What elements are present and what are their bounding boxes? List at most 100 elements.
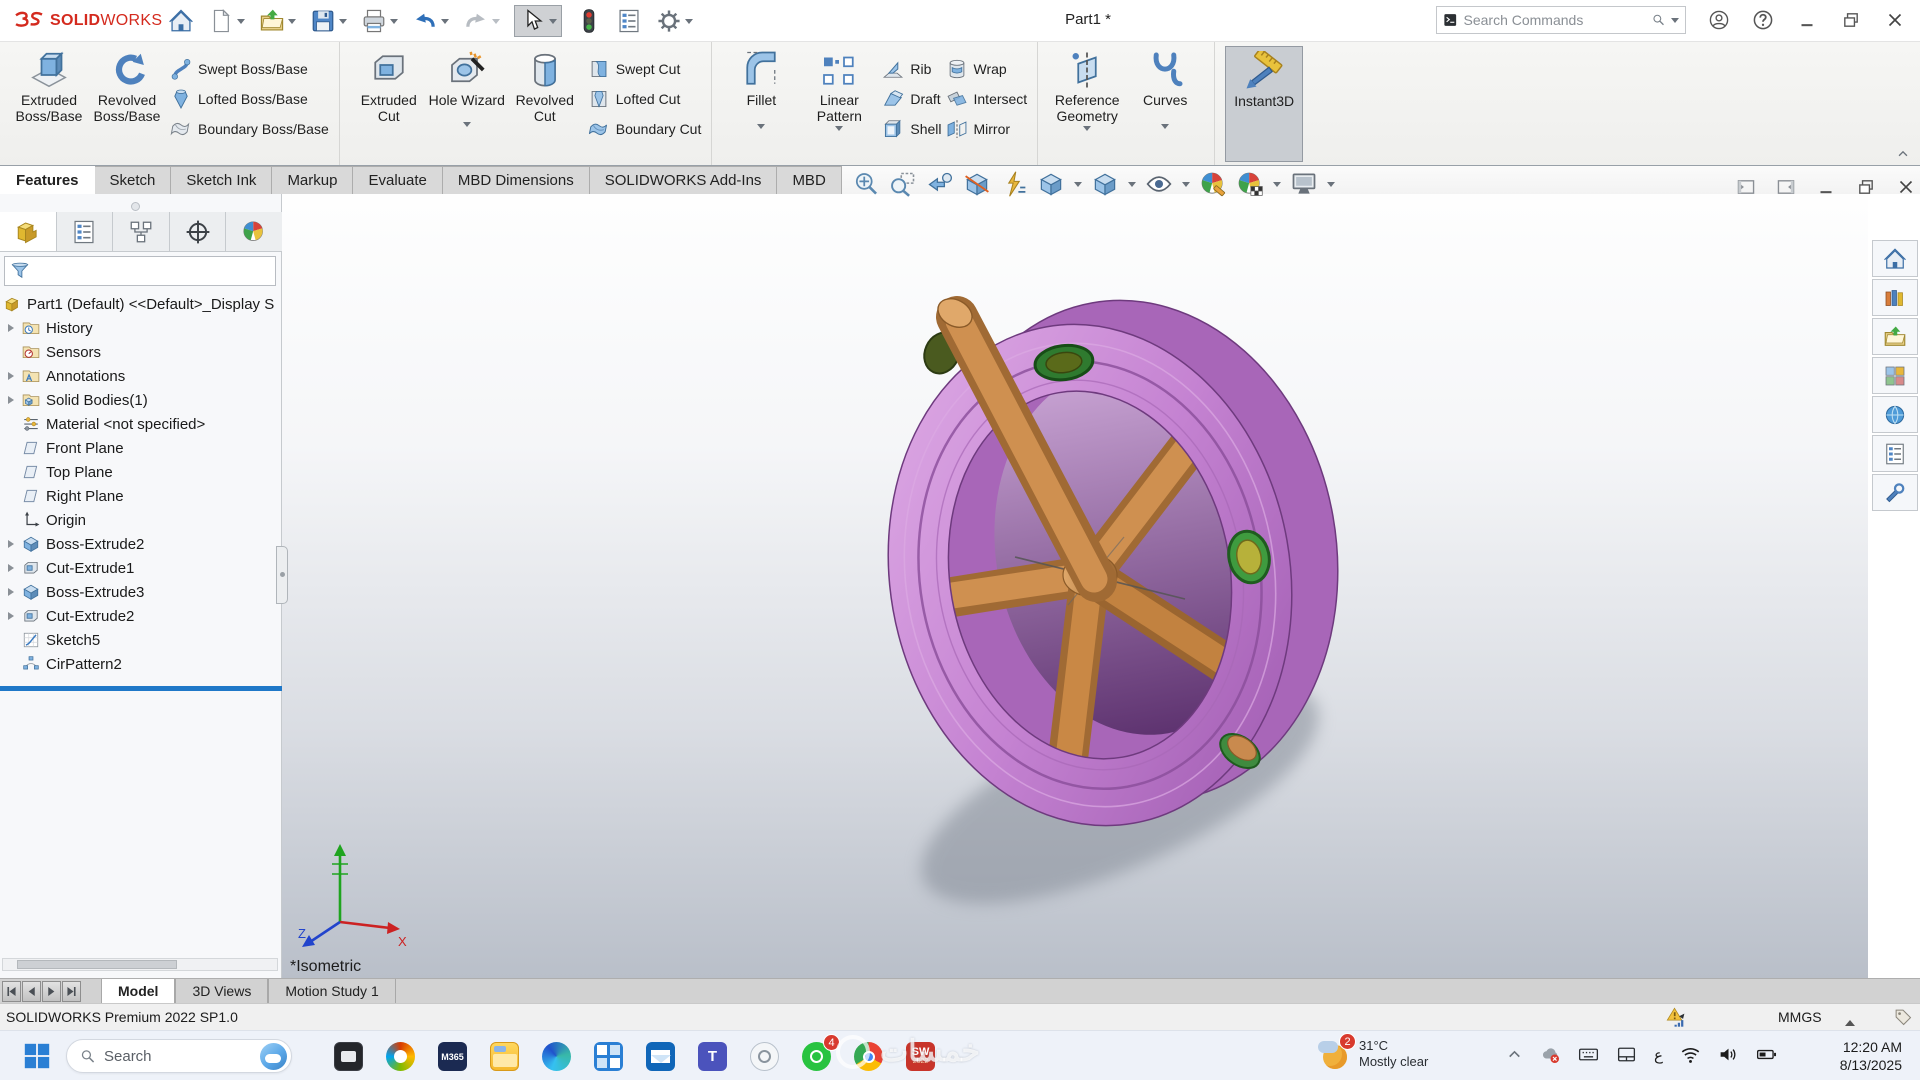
lofted-cut-button[interactable]: Lofted Cut (588, 84, 702, 114)
tree-item-material[interactable]: Material <not specified> (0, 412, 282, 436)
rollback-bar[interactable] (0, 686, 282, 691)
hide-show-dropdown-icon[interactable] (1182, 182, 1190, 191)
taskbar-app-blue-grid[interactable] (590, 1038, 627, 1075)
tab-3d-views[interactable]: 3D Views (175, 979, 268, 1003)
taskbar-app-whatsapp-light[interactable] (746, 1038, 783, 1075)
previous-view-icon[interactable] (926, 170, 954, 198)
taskpane-view-palette-button[interactable] (1872, 357, 1918, 394)
tree-item-cirpattern2[interactable]: CirPattern2 (0, 652, 282, 676)
revolved-boss-button[interactable]: Revolved Boss/Base (88, 46, 166, 124)
panel-horizontal-scrollbar[interactable] (2, 958, 278, 971)
tree-item-origin[interactable]: Origin (0, 508, 282, 532)
undo-button[interactable] (412, 8, 449, 34)
start-button[interactable] (22, 1041, 52, 1071)
tab-solidworks-add-ins[interactable]: SOLIDWORKS Add-Ins (590, 166, 778, 194)
swept-cut-button[interactable]: Swept Cut (588, 54, 702, 84)
draft-button[interactable]: Draft (882, 84, 941, 114)
swept-boss-button[interactable]: Swept Boss/Base (170, 54, 329, 84)
tree-item-root[interactable]: Part1 (Default) <<Default>_Display S (0, 292, 282, 316)
edit-appearance-icon[interactable] (1199, 170, 1227, 198)
tab-sketch-ink[interactable]: Sketch Ink (171, 166, 272, 194)
expand-arrow[interactable] (8, 612, 18, 620)
rib-button[interactable]: Rib (882, 54, 941, 84)
language-indicator[interactable]: ع (1654, 1046, 1663, 1064)
taskbar-clock[interactable]: 12:20 AM 8/13/2025 (1840, 1038, 1902, 1074)
tree-item-cut-extrude2[interactable]: Cut-Extrude2 (0, 604, 282, 628)
displaymanager-tab[interactable] (226, 212, 282, 251)
open-button[interactable] (259, 8, 296, 34)
units-dropdown-icon[interactable] (1845, 1015, 1855, 1026)
magnifier-icon[interactable] (1651, 10, 1666, 30)
expand-arrow[interactable] (8, 540, 18, 548)
reference-triad[interactable]: X Z (296, 834, 416, 960)
apply-scene-dropdown-icon[interactable] (1273, 182, 1281, 191)
annotation-views-icon[interactable] (1000, 170, 1028, 198)
tag-icon[interactable] (1893, 1007, 1913, 1027)
taskbar-app-dark-window[interactable] (330, 1038, 367, 1075)
featuremanager-tab[interactable] (0, 212, 57, 251)
hole-wizard-button[interactable]: Hole Wizard (428, 46, 506, 131)
taskpane-tools-button[interactable] (1872, 474, 1918, 511)
graphics-viewport[interactable]: X Z *Isometric (282, 194, 1868, 978)
taskbar-search[interactable]: Search (66, 1039, 292, 1073)
taskpane-home-button[interactable] (1872, 240, 1918, 277)
expand-arrow[interactable] (8, 324, 18, 332)
expand-arrow[interactable] (8, 396, 18, 404)
dimxpertmanager-tab[interactable] (170, 212, 227, 251)
minimize-button[interactable] (1796, 9, 1818, 31)
redo-button[interactable] (463, 8, 500, 34)
intersect-button[interactable]: Intersect (946, 84, 1028, 114)
zoom-to-fit-icon[interactable] (852, 170, 880, 198)
tree-item-cut-extrude1[interactable]: Cut-Extrude1 (0, 556, 282, 580)
boundary-cut-button[interactable]: Boundary Cut (588, 114, 702, 144)
new-document-button[interactable] (208, 8, 245, 34)
taskpane-appearances-button[interactable] (1872, 396, 1918, 433)
view-settings-icon[interactable] (1290, 170, 1318, 198)
tray-chevron-up-icon[interactable] (1506, 1046, 1523, 1063)
tree-item-solid-bodies[interactable]: Solid Bodies(1) (0, 388, 282, 412)
onedrive-paused-icon[interactable] (1540, 1044, 1561, 1065)
battery-icon[interactable] (1756, 1044, 1777, 1065)
panel-handle[interactable] (131, 202, 140, 211)
select-tool-button[interactable] (514, 5, 562, 37)
tab-mbd-dimensions[interactable]: MBD Dimensions (443, 166, 590, 194)
revolved-cut-button[interactable]: Revolved Cut (506, 46, 584, 124)
taskbar-app-whatsapp[interactable]: 4 (798, 1038, 835, 1075)
doc-close-icon[interactable] (1895, 176, 1917, 198)
tree-item-sensors[interactable]: Sensors (0, 340, 282, 364)
taskpane-file-explorer-button[interactable] (1872, 318, 1918, 355)
tab-markup[interactable]: Markup (272, 166, 353, 194)
command-search[interactable] (1436, 6, 1686, 34)
weather-widget[interactable]: 2 31°CMostly clear (1317, 1037, 1428, 1071)
volume-icon[interactable] (1718, 1044, 1739, 1065)
taskbar-app-chrome[interactable] (850, 1038, 887, 1075)
collapse-right-pane-icon[interactable] (1775, 176, 1797, 198)
panel-splitter[interactable] (276, 546, 288, 604)
collapse-left-pane-icon[interactable] (1735, 176, 1757, 198)
zoom-to-area-icon[interactable] (889, 170, 917, 198)
mirror-button[interactable]: Mirror (946, 114, 1028, 144)
expand-arrow[interactable] (8, 372, 18, 380)
tree-filter-box[interactable] (4, 256, 276, 286)
first-tab-button[interactable] (2, 981, 21, 1002)
home-button[interactable] (168, 8, 194, 34)
previous-tab-button[interactable] (22, 981, 41, 1002)
tab-motion-study-1[interactable]: Motion Study 1 (268, 979, 395, 1003)
taskbar-app-outlook[interactable] (642, 1038, 679, 1075)
tree-item-boss-extrude2[interactable]: Boss-Extrude2 (0, 532, 282, 556)
search-weather-thumbnail[interactable] (260, 1043, 287, 1070)
taskbar-app-edge[interactable] (538, 1038, 575, 1075)
taskbar-app-teams[interactable]: T (694, 1038, 731, 1075)
file-properties-button[interactable] (616, 8, 642, 34)
boundary-boss-button[interactable]: Boundary Boss/Base (170, 114, 329, 144)
touch-keyboard-icon[interactable] (1578, 1044, 1599, 1065)
performance-warning-icon[interactable] (1666, 1007, 1687, 1028)
tree-item-history[interactable]: History (0, 316, 282, 340)
taskbar-app-solidworks[interactable]: SW2022 (902, 1038, 939, 1075)
view-orientation-icon[interactable] (1037, 170, 1065, 198)
tab-evaluate[interactable]: Evaluate (353, 166, 442, 194)
restore-button[interactable] (1840, 9, 1862, 31)
extruded-cut-button[interactable]: Extruded Cut (350, 46, 428, 124)
apply-scene-icon[interactable] (1236, 170, 1264, 198)
taskpane-design-library-button[interactable] (1872, 279, 1918, 316)
